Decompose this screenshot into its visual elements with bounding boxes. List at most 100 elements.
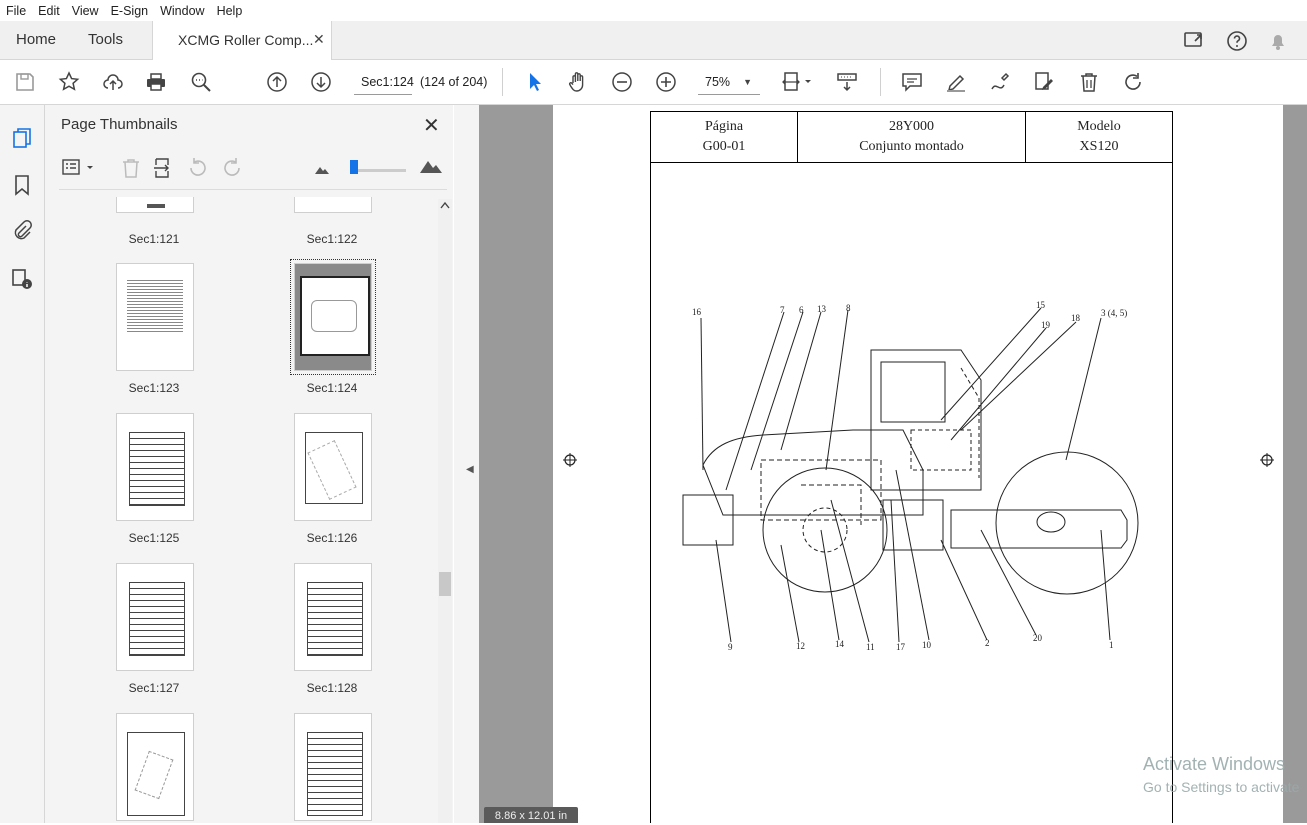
menu-view[interactable]: View — [66, 4, 105, 18]
attachments-icon[interactable] — [10, 219, 34, 243]
select-cursor-icon[interactable] — [521, 69, 547, 95]
panel-title: Page Thumbnails — [61, 116, 178, 133]
zoom-level-select[interactable]: 75% ▼ — [698, 69, 760, 95]
tab-bar: Home Tools XCMG Roller Comp... ✕ — [0, 21, 1307, 60]
callout-number: 12 — [796, 641, 805, 651]
activate-windows-subtitle: Go to Settings to activate — [1143, 779, 1300, 795]
scroll-up-icon[interactable] — [440, 201, 450, 209]
scrolling-mode-icon[interactable] — [834, 69, 860, 95]
zoom-out-icon[interactable] — [609, 69, 635, 95]
crosshair-marker-icon — [563, 453, 577, 467]
comment-icon[interactable] — [899, 69, 925, 95]
save-icon[interactable] — [12, 69, 38, 95]
thumbnail-label: Sec1:128 — [306, 681, 358, 695]
fill-sign-icon[interactable] — [1031, 69, 1057, 95]
thumbnail-page[interactable] — [116, 197, 194, 213]
page-thumbnails-icon[interactable] — [10, 126, 34, 150]
header-cell: 28Y000 Conjunto montado — [798, 112, 1026, 162]
hand-tool-icon[interactable] — [565, 69, 591, 95]
delete-trash-icon[interactable] — [1076, 69, 1102, 95]
collapse-panel-icon[interactable]: ◀ — [466, 464, 474, 475]
callout-number: 6 — [799, 305, 804, 315]
callout-number: 16 — [692, 307, 701, 317]
close-panel-icon[interactable]: ✕ — [423, 113, 440, 138]
large-thumbnails-icon[interactable] — [419, 156, 443, 174]
draw-freeform-icon[interactable] — [987, 69, 1013, 95]
menu-bar: File Edit View E-Sign Window Help — [0, 0, 1307, 21]
header-value: Conjunto montado — [859, 139, 964, 154]
page-number-input[interactable]: Sec1:124 — [354, 69, 414, 95]
thumbnail-page[interactable] — [294, 563, 372, 671]
callout-number: 1 — [1109, 640, 1114, 650]
header-label: 28Y000 — [888, 119, 935, 134]
page-margin-right — [1283, 105, 1307, 823]
thumbnail-label: Sec1:125 — [128, 531, 180, 545]
callout-number: 14 — [835, 639, 844, 649]
zoom-level-value: 75% — [705, 75, 731, 89]
thumbnail-page[interactable] — [116, 713, 194, 821]
bookmarks-icon[interactable] — [10, 173, 34, 197]
small-thumbnails-icon[interactable] — [314, 161, 330, 175]
thumbnail-scrollbar[interactable] — [438, 199, 452, 823]
thumbnail-label: Sec1:122 — [306, 232, 358, 246]
thumbnail-toolbar — [59, 149, 447, 190]
rotate-left-icon[interactable] — [186, 156, 210, 180]
next-page-icon[interactable] — [308, 69, 334, 95]
header-value: XS120 — [1079, 139, 1119, 154]
bookmark-star-icon[interactable] — [56, 69, 82, 95]
callout-number: 8 — [846, 303, 851, 313]
header-label: Modelo — [1077, 119, 1121, 134]
tab-document[interactable]: XCMG Roller Comp... ✕ — [152, 21, 332, 60]
thumbnail-page[interactable] — [294, 713, 372, 821]
main-toolbar: Sec1:124 (124 of 204) 75% ▼ — [0, 60, 1307, 105]
redo-rotate-icon[interactable] — [1120, 69, 1146, 95]
chevron-down-icon: ▼ — [743, 77, 752, 87]
upload-cloud-icon[interactable] — [100, 69, 126, 95]
thumbnail-label: Sec1:127 — [128, 681, 180, 695]
thumbnail-label: Sec1:123 — [128, 381, 180, 395]
slider-thumb[interactable] — [350, 160, 358, 174]
share-screen-icon[interactable] — [1183, 29, 1207, 53]
callout-number: 15 — [1036, 300, 1045, 310]
menu-edit[interactable]: Edit — [32, 4, 66, 18]
print-icon[interactable] — [143, 69, 169, 95]
zoom-in-icon[interactable] — [653, 69, 679, 95]
rotate-right-icon[interactable] — [220, 156, 244, 180]
toolbar-divider — [880, 68, 881, 96]
callout-number: 13 — [817, 304, 826, 314]
page-thumbnails-panel: Page Thumbnails ✕ Sec1:121 Sec1:122 Sec1… — [45, 105, 453, 823]
menu-file[interactable]: File — [0, 4, 32, 18]
activate-windows-title: Activate Windows — [1143, 754, 1286, 774]
page-fit-icon[interactable] — [779, 69, 815, 95]
insert-page-icon[interactable] — [152, 156, 176, 180]
callout-number: 18 — [1071, 313, 1080, 323]
thumbnail-page[interactable] — [294, 413, 372, 521]
menu-esign[interactable]: E-Sign — [105, 4, 155, 18]
help-icon[interactable] — [1225, 29, 1249, 53]
tab-home[interactable]: Home — [16, 31, 56, 48]
left-navigation-rail — [0, 105, 45, 823]
scrollbar-thumb[interactable] — [439, 572, 451, 596]
page-count: (124 of 204) — [420, 75, 488, 89]
layers-info-icon[interactable] — [10, 267, 34, 291]
callout-number: 2 — [985, 638, 990, 648]
thumbnail-page[interactable] — [116, 413, 194, 521]
thumbnail-page[interactable] — [294, 197, 372, 213]
thumbnail-page-selected[interactable] — [290, 259, 376, 375]
thumbnail-size-slider[interactable] — [350, 169, 406, 172]
close-tab-icon[interactable]: ✕ — [313, 31, 325, 48]
thumbnail-page[interactable] — [116, 263, 194, 371]
highlight-pen-icon[interactable] — [943, 69, 969, 95]
menu-window[interactable]: Window — [154, 4, 210, 18]
thumbnail-page[interactable] — [116, 563, 194, 671]
tab-tools[interactable]: Tools — [88, 31, 123, 48]
menu-help[interactable]: Help — [211, 4, 249, 18]
notification-bell-icon[interactable] — [1266, 29, 1290, 53]
delete-page-icon[interactable] — [119, 156, 143, 180]
callout-number: 11 — [866, 642, 875, 652]
thumbnail-options-icon[interactable] — [61, 157, 97, 179]
document-header-table: Página G00-01 28Y000 Conjunto montado Mo… — [650, 111, 1173, 163]
search-zoom-icon[interactable] — [188, 69, 214, 95]
previous-page-icon[interactable] — [264, 69, 290, 95]
callout-number: 20 — [1033, 633, 1042, 643]
